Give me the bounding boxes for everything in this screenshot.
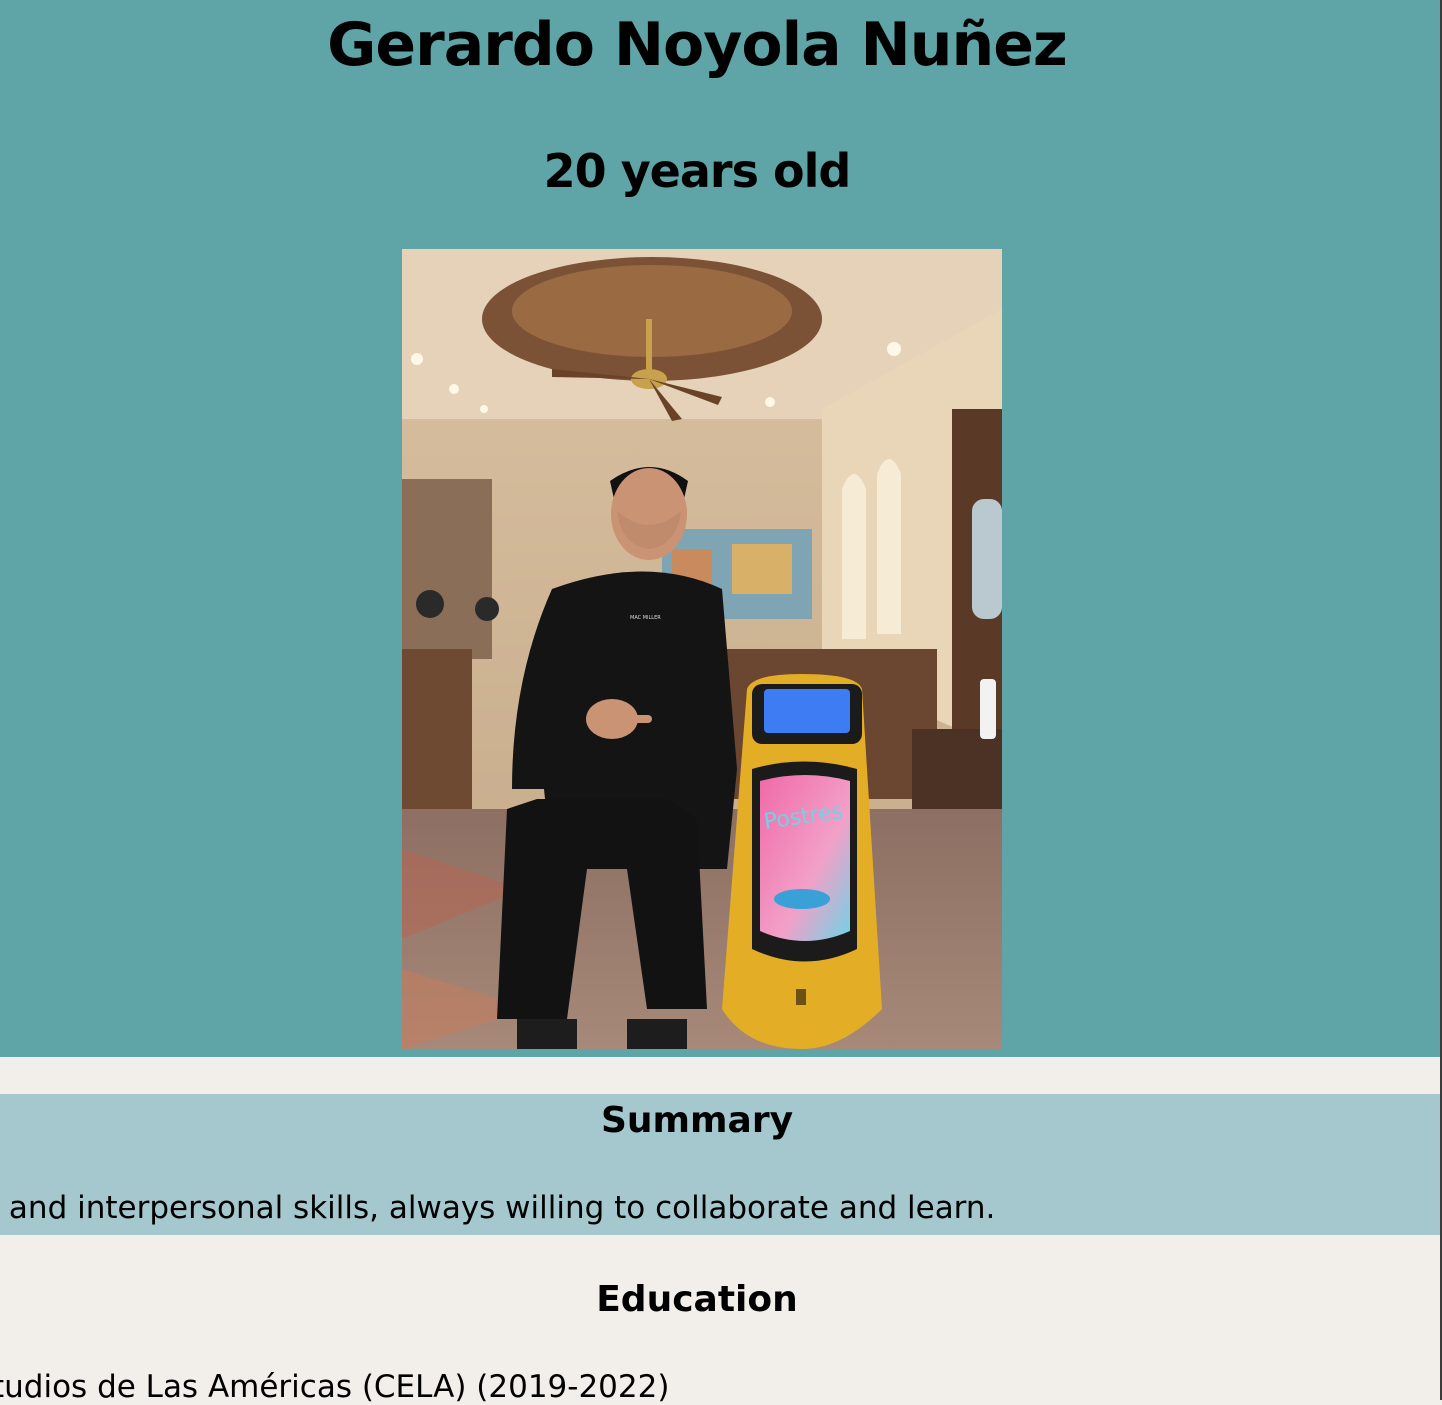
profile-photo: MAC MILLER Postres — [402, 249, 1002, 1049]
profile-header: Gerardo Noyola Nuñez 20 years old MAC MI… — [0, 0, 1442, 1057]
education-title: Education — [596, 1279, 798, 1320]
shirt-logo-text: MAC MILLER — [630, 615, 661, 621]
profile-age: 20 years old — [543, 144, 852, 198]
summary-text: e and interpersonal skills, always willi… — [0, 1190, 996, 1226]
education-section: Education tudios de Las Américas (CELA) … — [0, 1235, 1442, 1405]
profile-name: Gerardo Noyola Nuñez — [327, 10, 1068, 80]
section-divider — [0, 1057, 1442, 1094]
summary-section: Summary e and interpersonal skills, alwa… — [0, 1094, 1442, 1235]
summary-title: Summary — [600, 1100, 794, 1141]
